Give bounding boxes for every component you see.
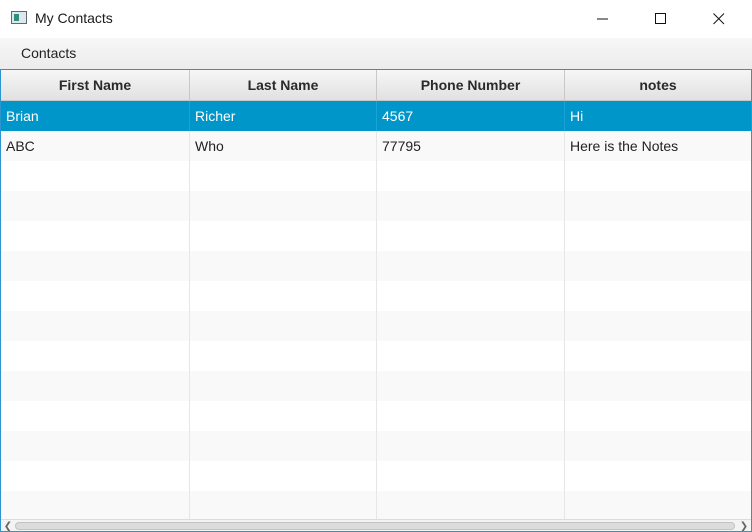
empty-row: [1, 311, 751, 341]
table-row[interactable]: Brian Richer 4567 Hi: [1, 101, 751, 131]
scrollbar-thumb[interactable]: [15, 522, 735, 530]
menu-bar: Contacts: [0, 38, 752, 69]
column-header-notes[interactable]: notes: [565, 70, 751, 100]
cell-first-name[interactable]: ABC: [1, 131, 190, 161]
empty-row: [1, 491, 751, 521]
window-title: My Contacts: [35, 10, 113, 26]
app-window: My Contacts Contacts First Name Last Nam…: [0, 0, 752, 532]
title-bar[interactable]: My Contacts: [0, 0, 752, 38]
empty-row: [1, 161, 751, 191]
empty-row: [1, 191, 751, 221]
empty-row: [1, 401, 751, 431]
empty-row: [1, 371, 751, 401]
empty-row: [1, 341, 751, 371]
empty-row: [1, 281, 751, 311]
empty-row: [1, 431, 751, 461]
cell-first-name[interactable]: Brian: [1, 101, 190, 131]
cell-last-name[interactable]: Who: [190, 131, 377, 161]
column-header-phone-number[interactable]: Phone Number: [377, 70, 565, 100]
horizontal-scrollbar[interactable]: ❮ ❯: [1, 519, 751, 531]
empty-row: [1, 251, 751, 281]
table-header: First Name Last Name Phone Number notes: [1, 70, 751, 101]
contacts-table[interactable]: First Name Last Name Phone Number notes …: [0, 69, 752, 532]
table-row[interactable]: ABC Who 77795 Here is the Notes: [1, 131, 751, 161]
empty-row: [1, 461, 751, 491]
minimize-icon: [597, 18, 608, 20]
column-header-last-name[interactable]: Last Name: [190, 70, 377, 100]
app-icon: [11, 11, 27, 24]
cell-phone-number[interactable]: 77795: [377, 131, 565, 161]
minimize-button[interactable]: [574, 0, 632, 38]
scroll-right-icon[interactable]: ❯: [738, 521, 750, 531]
menu-contacts[interactable]: Contacts: [12, 38, 85, 69]
cell-notes[interactable]: Hi: [565, 101, 751, 131]
cell-phone-number[interactable]: 4567: [377, 101, 565, 131]
maximize-icon: [655, 13, 666, 24]
scroll-left-icon[interactable]: ❮: [2, 521, 14, 531]
close-icon: [713, 13, 725, 25]
column-header-first-name[interactable]: First Name: [1, 70, 190, 100]
close-button[interactable]: [690, 0, 748, 38]
cell-notes[interactable]: Here is the Notes: [565, 131, 751, 161]
empty-row: [1, 221, 751, 251]
maximize-button[interactable]: [632, 0, 690, 38]
cell-last-name[interactable]: Richer: [190, 101, 377, 131]
